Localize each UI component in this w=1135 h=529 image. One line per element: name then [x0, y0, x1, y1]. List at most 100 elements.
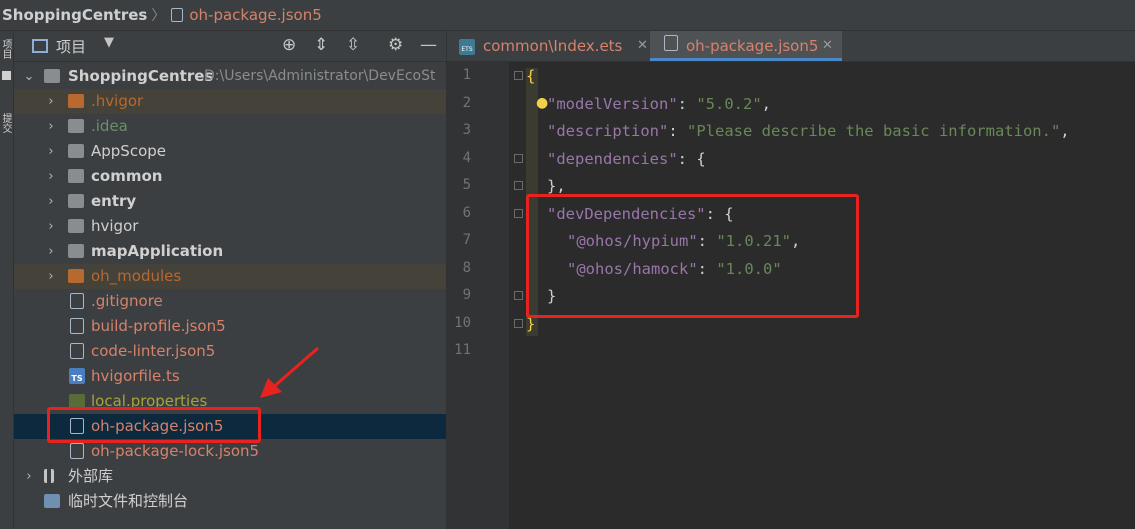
chevron-down-icon[interactable]: ⌄ — [22, 64, 36, 89]
tree-item-label: hvigor — [91, 217, 139, 235]
chevron-right-icon[interactable]: › — [44, 214, 58, 239]
excluded-folder-icon — [68, 94, 84, 108]
editor-tabs: ETS common\Index.ets ✕ oh-package.json5 … — [447, 31, 1135, 62]
tree-item-label: .hvigor — [91, 92, 144, 110]
tree-item-hvigor[interactable]: › hvigor — [14, 214, 446, 239]
annotation-box — [47, 407, 261, 443]
breadcrumb-root[interactable]: ShoppingCentres — [0, 6, 147, 24]
tree-item-label: common — [91, 167, 163, 185]
chevron-right-icon[interactable]: › — [44, 139, 58, 164]
module-folder-icon — [68, 194, 84, 208]
tree-item-label: 外部库 — [68, 467, 114, 485]
line-number: 5 — [462, 177, 471, 193]
expand-all-icon[interactable]: ⇕ — [314, 35, 328, 55]
chevron-right-icon[interactable]: › — [44, 114, 58, 139]
chevron-right-icon[interactable]: › — [22, 464, 36, 489]
tree-item-code-linter[interactable]: code-linter.json5 — [14, 339, 446, 364]
line-number: 11 — [454, 342, 471, 358]
chevron-right-icon[interactable]: › — [44, 264, 58, 289]
chevron-right-icon[interactable]: › — [44, 164, 58, 189]
tab-oh-package[interactable]: oh-package.json5 ✕ — [650, 31, 842, 61]
view-dropdown-icon[interactable]: ▼ — [104, 35, 114, 50]
tree-item-common[interactable]: › common — [14, 164, 446, 189]
tree-item-hvigor-dir[interactable]: › .hvigor — [14, 89, 446, 114]
breadcrumb-file[interactable]: oh-package.json5 — [189, 6, 321, 24]
tree-item-mapapplication[interactable]: › mapApplication — [14, 239, 446, 264]
json-file-icon — [70, 443, 84, 459]
line-number: 1 — [462, 67, 471, 83]
ets-file-icon: ETS — [459, 39, 475, 55]
tree-item-scratches[interactable]: 临时文件和控制台 — [14, 489, 446, 514]
commit-tool-tab[interactable]: 提交 — [0, 113, 13, 133]
annotation-box — [526, 194, 859, 318]
project-tree: ⌄ ShoppingCentres D:\Users\Administrator… — [14, 62, 446, 529]
tab-label: oh-package.json5 — [686, 37, 819, 55]
tree-item-label: oh_modules — [91, 267, 182, 285]
library-icon — [44, 469, 54, 483]
module-folder-icon — [68, 169, 84, 183]
tree-item-label: 临时文件和控制台 — [68, 492, 189, 510]
scratches-icon — [44, 494, 60, 508]
line-number: 10 — [454, 315, 471, 331]
chevron-right-icon: 〉 — [151, 8, 166, 24]
line-number: 2 — [462, 95, 471, 111]
tree-item-label: entry — [91, 192, 137, 210]
line-number: 9 — [462, 287, 471, 303]
code-editor[interactable]: { ● "modelVersion": "5.0.2", "descriptio… — [509, 62, 1135, 529]
tree-item-build-profile[interactable]: build-profile.json5 — [14, 314, 446, 339]
close-icon[interactable]: ✕ — [822, 31, 833, 61]
annotation-arrow — [260, 346, 319, 398]
tree-item-oh-modules[interactable]: › oh_modules — [14, 264, 446, 289]
excluded-folder-icon — [68, 269, 84, 283]
tree-item-label: .idea — [91, 117, 128, 135]
project-panel-title: 项目 — [56, 37, 87, 56]
close-icon[interactable]: ✕ — [637, 31, 648, 61]
gear-icon[interactable]: ⚙ — [388, 35, 403, 55]
folder-icon — [68, 119, 84, 133]
code-line-2: "modelVersion": "5.0.2", — [547, 95, 771, 113]
tree-root-label: ShoppingCentres — [68, 67, 214, 85]
tree-item-hvigorfile[interactable]: TS hvigorfile.ts — [14, 364, 446, 389]
tree-root-path: D:\Users\Administrator\DevEcoSt — [204, 68, 436, 84]
tree-item-entry[interactable]: › entry — [14, 189, 446, 214]
typescript-file-icon: TS — [69, 368, 85, 384]
folder-icon — [2, 71, 11, 80]
tree-item-label: code-linter.json5 — [91, 342, 216, 360]
tree-item-gitignore[interactable]: .gitignore — [14, 289, 446, 314]
chevron-right-icon[interactable]: › — [44, 189, 58, 214]
project-view-icon — [32, 39, 48, 53]
chevron-right-icon[interactable]: › — [44, 89, 58, 114]
tree-item-label: mapApplication — [91, 242, 224, 260]
tree-root-row[interactable]: ⌄ ShoppingCentres D:\Users\Administrator… — [14, 64, 446, 89]
project-panel-header: 项目 ▼ ⊕ ⇕ ⇳ ⚙ — — [14, 31, 446, 62]
tree-item-label: AppScope — [91, 142, 166, 160]
folder-icon — [68, 144, 84, 158]
line-number: 7 — [462, 232, 471, 248]
locate-file-icon[interactable]: ⊕ — [282, 35, 296, 55]
folder-icon — [68, 219, 84, 233]
chevron-right-icon[interactable]: › — [44, 239, 58, 264]
tree-item-label: .gitignore — [91, 292, 163, 310]
tree-item-idea[interactable]: › .idea — [14, 114, 446, 139]
properties-file-icon — [69, 394, 85, 408]
json-file-icon — [171, 8, 184, 22]
tree-item-label: hvigorfile.ts — [91, 367, 180, 385]
json-file-icon — [70, 318, 84, 334]
file-icon — [70, 293, 84, 309]
line-number: 6 — [462, 205, 471, 221]
code-line-3: "description": "Please describe the basi… — [547, 122, 1070, 140]
project-tool-tab[interactable]: 项目 — [0, 39, 13, 59]
tree-item-label: build-profile.json5 — [91, 317, 226, 335]
line-number: 4 — [462, 150, 471, 166]
tree-item-appscope[interactable]: › AppScope — [14, 139, 446, 164]
editor-gutter: 1 2 3 4 5 6 7 8 9 10 11 — [447, 62, 523, 529]
tree-item-external-libraries[interactable]: › 外部库 — [14, 464, 446, 489]
collapse-all-icon[interactable]: ⇳ — [346, 35, 360, 55]
left-tool-strip: 项目 提交 — [0, 31, 14, 529]
code-line-4: "dependencies": { — [547, 150, 706, 168]
breadcrumb: ShoppingCentres 〉 oh-package.json5 — [0, 0, 1135, 31]
minimize-icon[interactable]: — — [420, 35, 437, 55]
tab-common-index[interactable]: ETS common\Index.ets ✕ — [457, 31, 649, 61]
line-number: 3 — [462, 122, 471, 138]
code-line-1: { — [526, 67, 536, 85]
